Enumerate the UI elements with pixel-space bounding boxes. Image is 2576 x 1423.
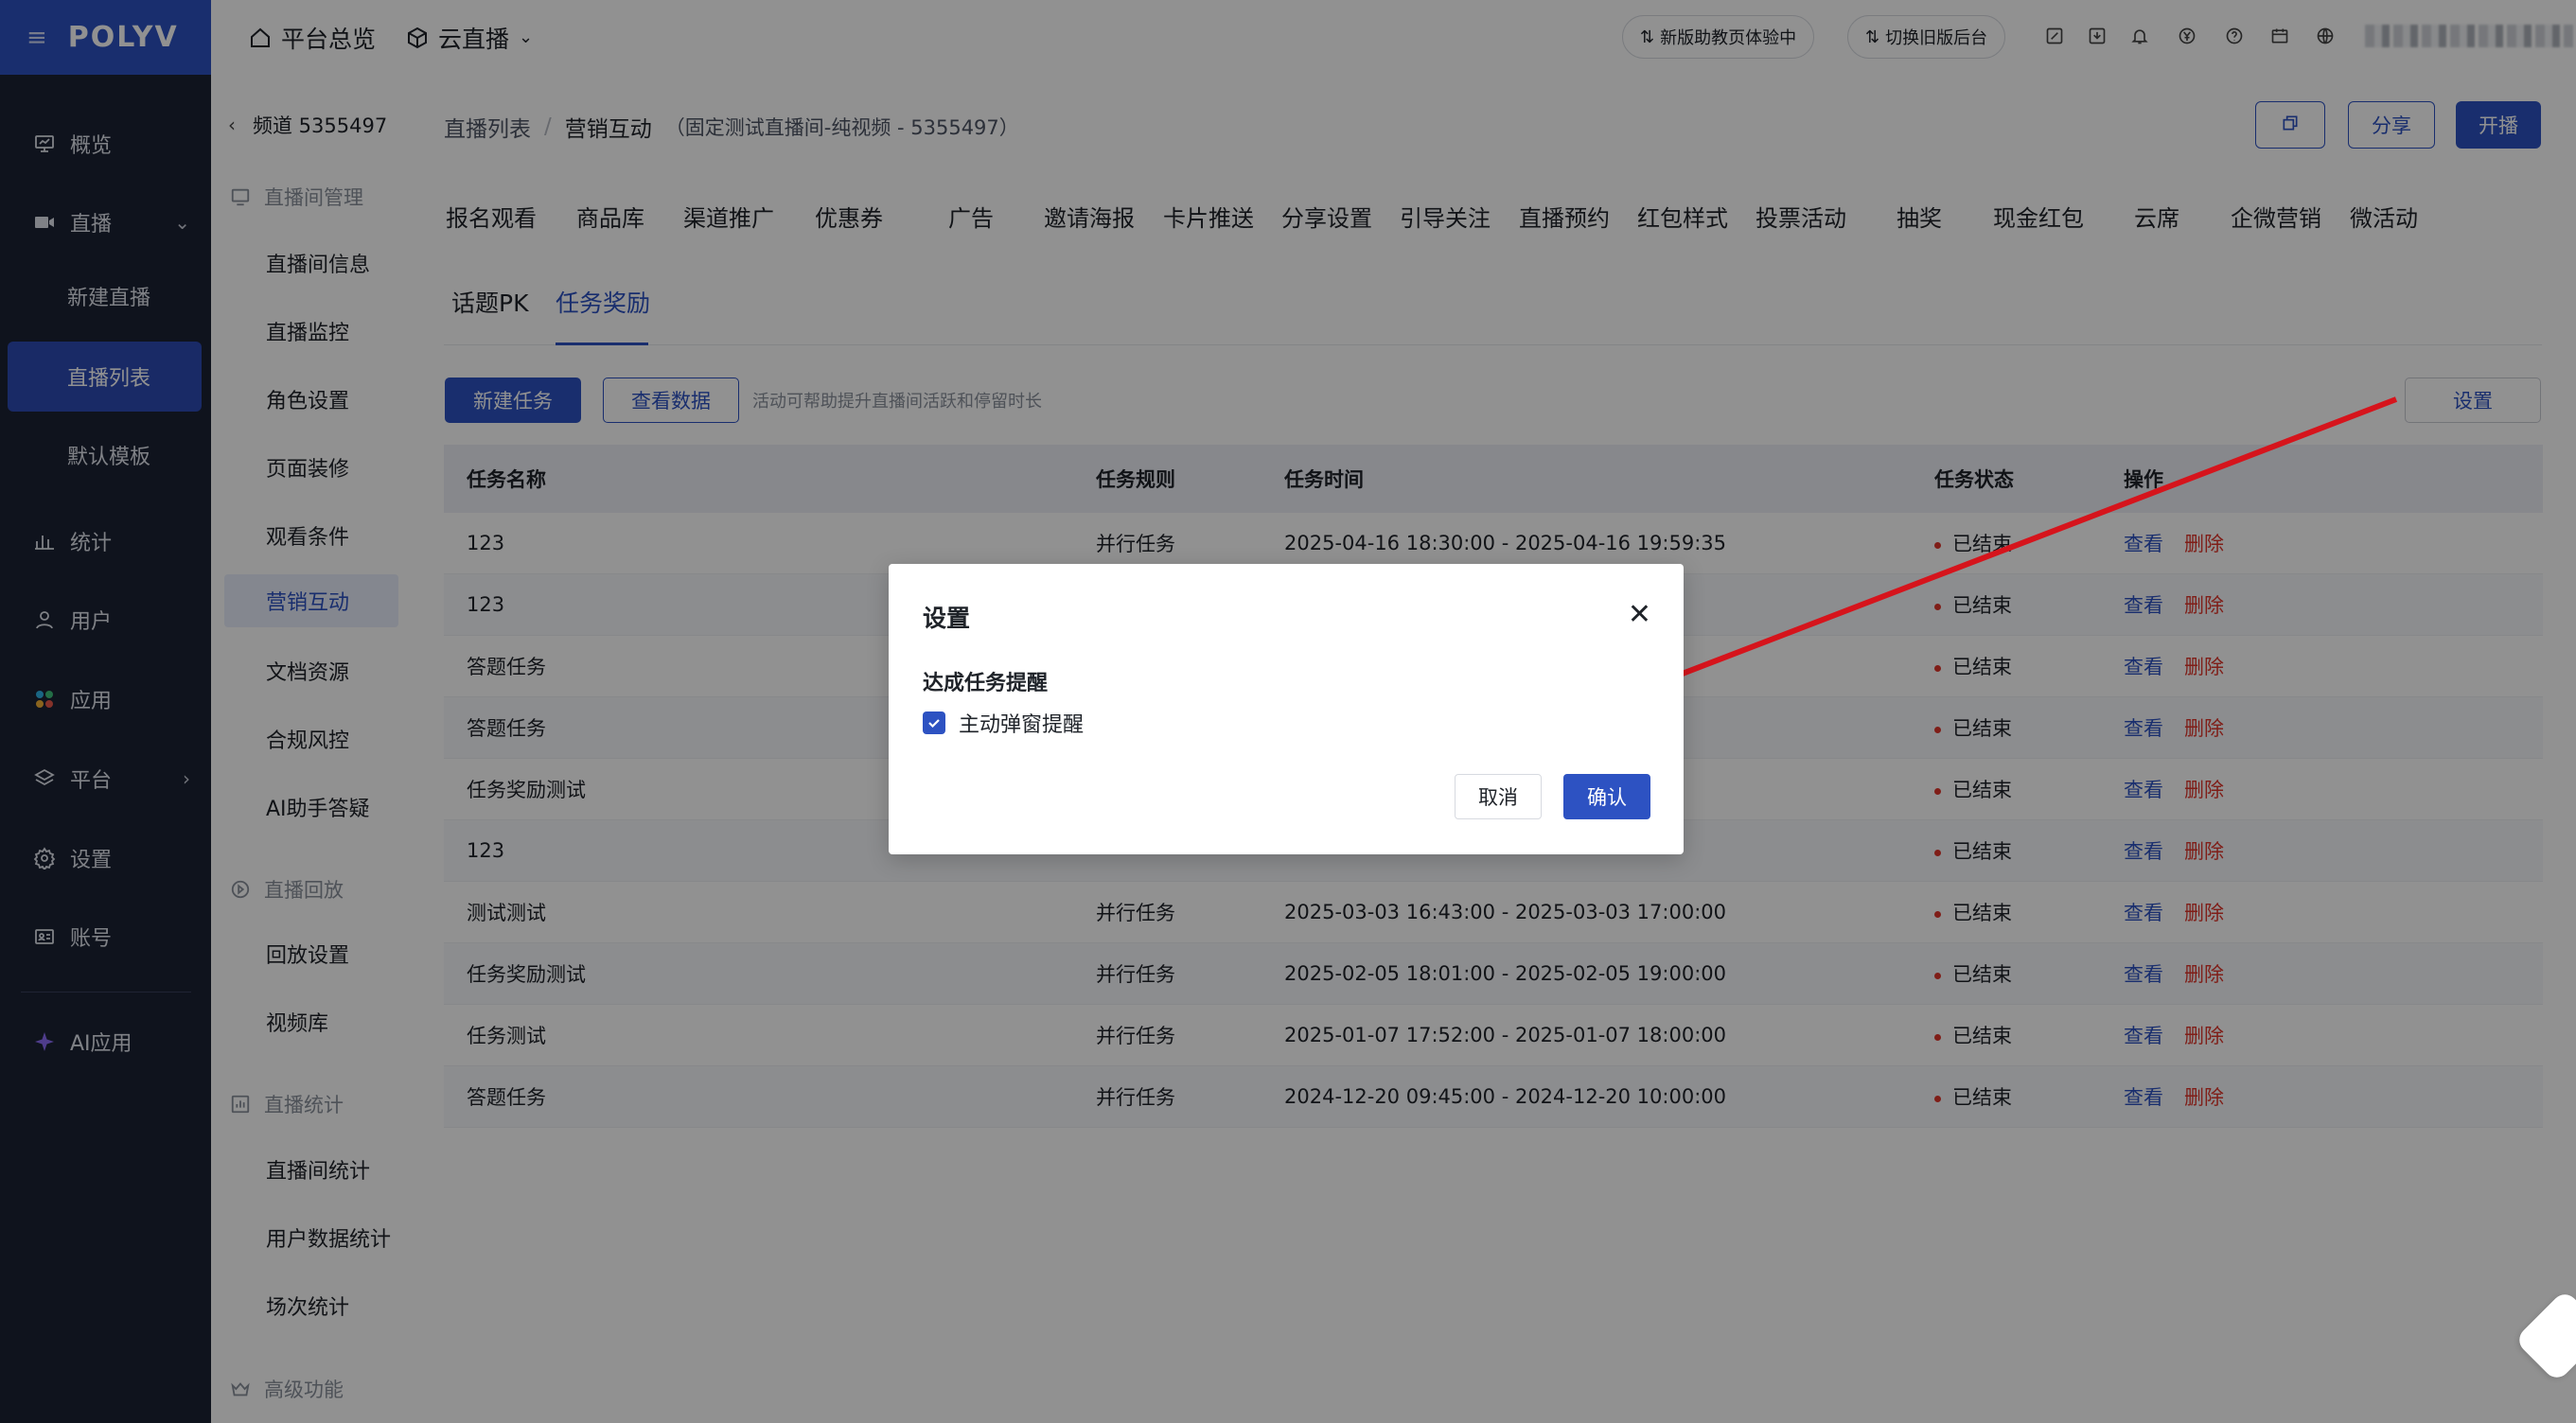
section-label: 达成任务提醒: [923, 672, 1049, 695]
popup-reminder-option[interactable]: 主动弹窗提醒: [923, 708, 1084, 738]
cancel-button[interactable]: 取消: [1455, 774, 1542, 819]
dialog-title: 设置: [923, 605, 971, 632]
popup-reminder-checkbox[interactable]: [923, 712, 945, 734]
popup-reminder-label: 主动弹窗提醒: [959, 713, 1085, 737]
confirm-button[interactable]: 确认: [1563, 774, 1650, 819]
close-icon[interactable]: ✕: [1628, 598, 1651, 631]
check-icon: [928, 719, 940, 729]
settings-dialog: 设置 ✕ 达成任务提醒 主动弹窗提醒 取消 确认: [889, 564, 1684, 854]
